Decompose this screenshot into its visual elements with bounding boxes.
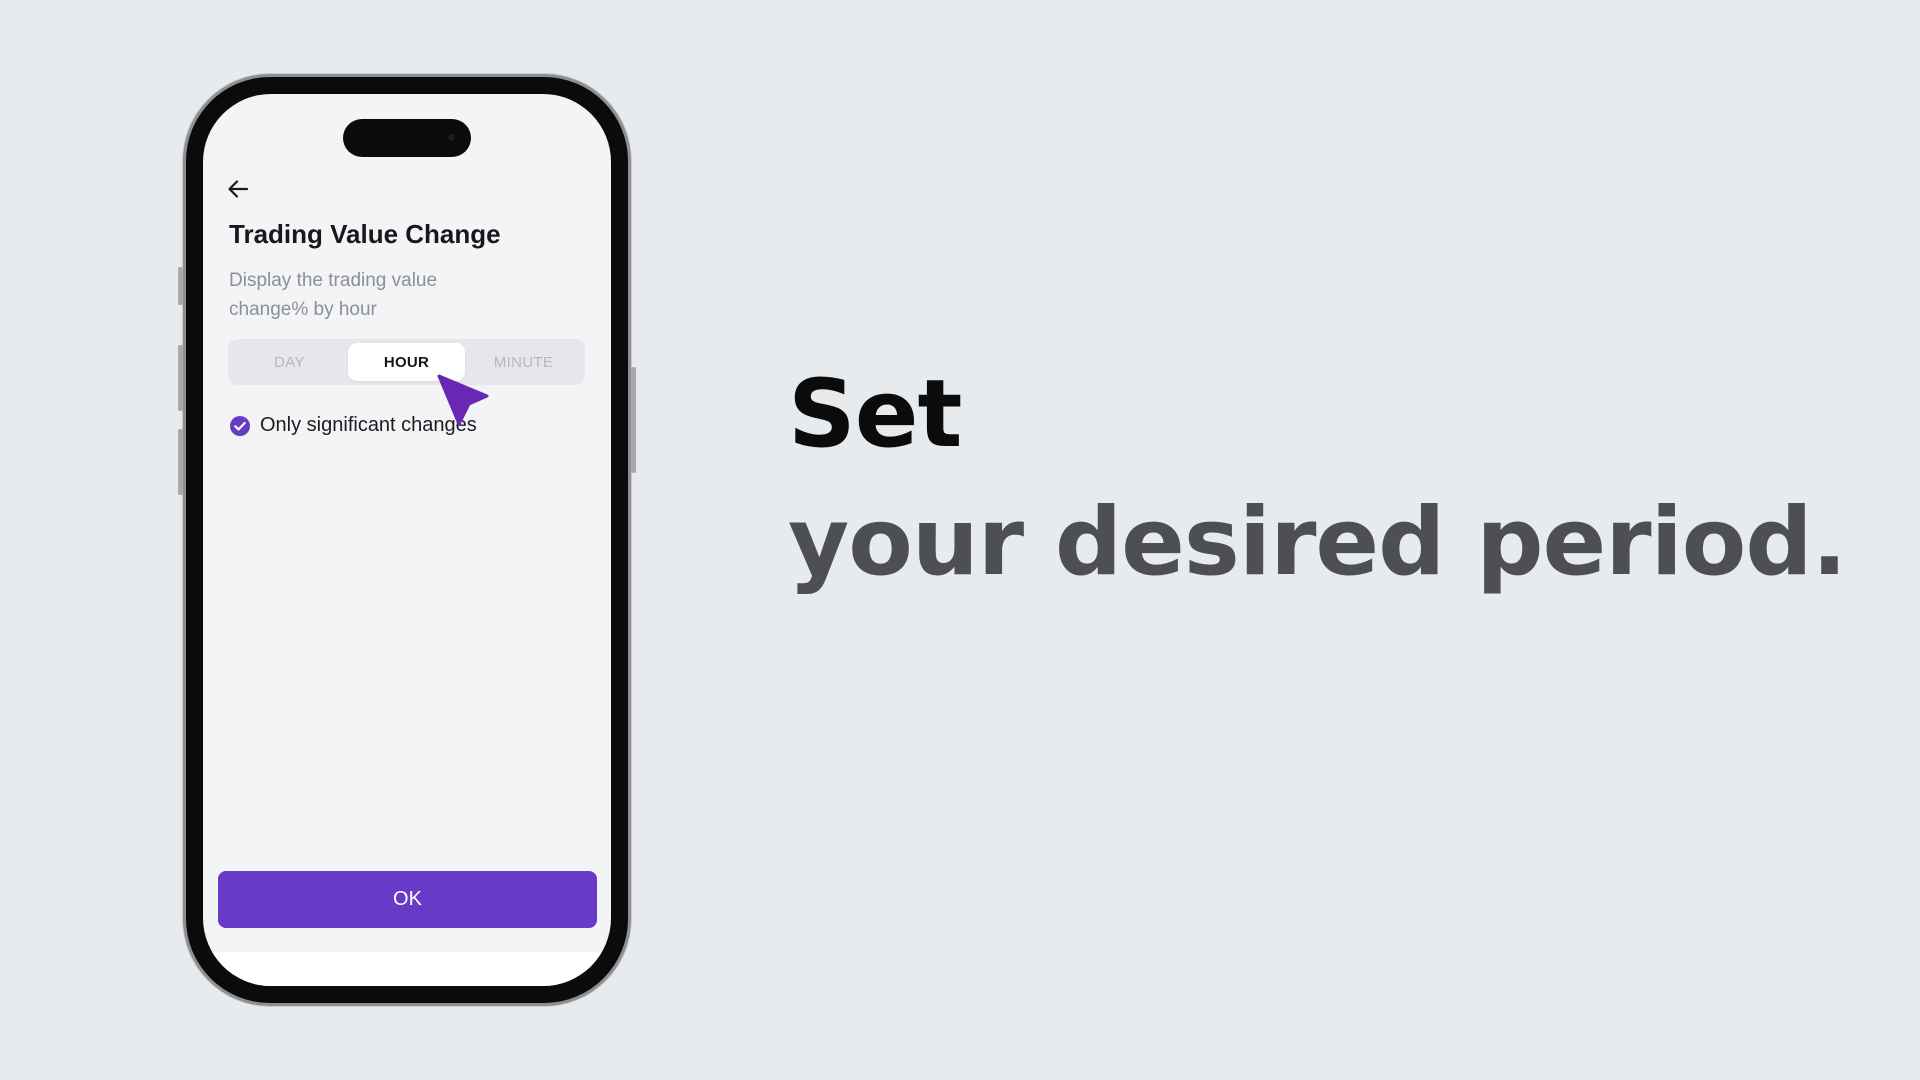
back-button[interactable] — [221, 172, 255, 206]
phone-mockup: Trading Value Change Display the trading… — [178, 77, 636, 1003]
headline-line-2: your desired period. — [788, 488, 1847, 597]
period-selector: DAY HOUR MINUTE — [228, 339, 585, 385]
phone-power-button — [631, 367, 636, 473]
tab-day[interactable]: DAY — [231, 343, 348, 381]
phone-volume-up-button — [178, 345, 183, 411]
phone-screen: Trading Value Change Display the trading… — [203, 94, 611, 986]
headline-line-1: Set — [788, 360, 962, 469]
phone-action-button — [178, 267, 183, 305]
check-circle-icon — [229, 415, 251, 437]
phone-volume-down-button — [178, 429, 183, 495]
checkbox-label: Only significant changes — [260, 414, 477, 436]
tab-hour[interactable]: HOUR — [348, 343, 465, 381]
arrow-left-icon — [227, 179, 249, 199]
ok-button[interactable]: OK — [218, 871, 597, 928]
front-camera — [448, 134, 455, 141]
dynamic-island — [343, 119, 471, 157]
page-title: Trading Value Change — [229, 219, 501, 249]
page-subtitle: Display the trading value change% by hou… — [229, 270, 438, 320]
significant-changes-checkbox[interactable]: Only significant changes — [229, 414, 477, 437]
home-indicator-area — [203, 952, 611, 986]
tab-minute[interactable]: MINUTE — [465, 343, 582, 381]
